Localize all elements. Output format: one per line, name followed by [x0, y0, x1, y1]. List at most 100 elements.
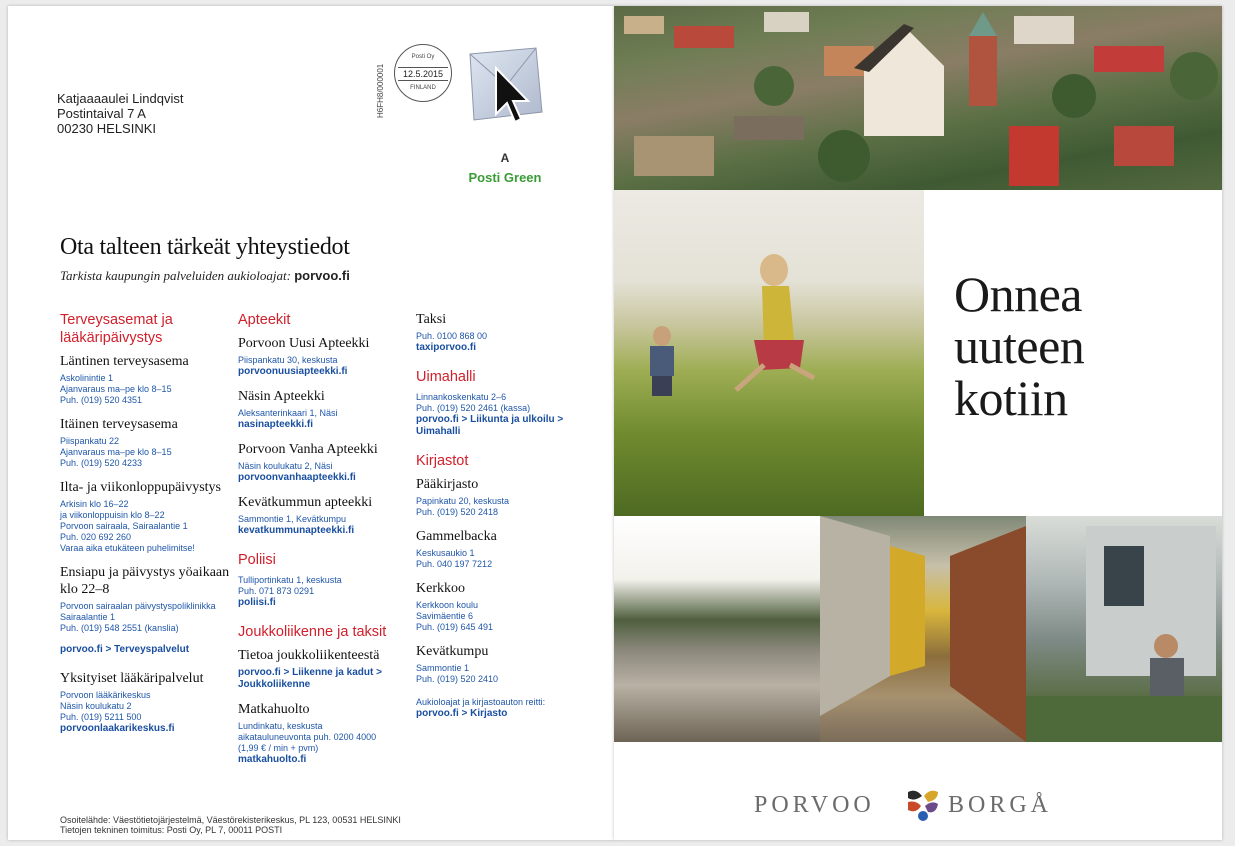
entry-link[interactable]: porvoonuusiapteekki.fi: [238, 366, 410, 378]
entry-ilta: Ilta- ja viikonloppupäivystys Arkisin kl…: [60, 479, 232, 554]
cover-greeting: Onnea uuteen kotiin: [954, 266, 1085, 426]
link-joukkoliikenne[interactable]: Joukkoliikenne: [238, 679, 410, 691]
entry-line: Askolinintie 1: [60, 373, 114, 383]
entry-yksityiset: Yksityiset lääkäripalvelut Porvoon lääkä…: [60, 670, 232, 735]
link-uimahalli[interactable]: Uimahalli: [416, 426, 606, 438]
entry-link[interactable]: porvoonvanhaapteekki.fi: [238, 472, 410, 484]
column-services: Apteekit Porvoon Uusi Apteekki Piispanka…: [238, 311, 410, 766]
entry-line: Lundinkatu, keskusta: [238, 721, 323, 731]
porvoo-brand: PORVOO BORGÅ: [614, 788, 1222, 821]
section-title-pharmacies: Apteekit: [238, 312, 291, 328]
postage-class: A: [500, 151, 510, 165]
entry-name: Ilta- ja viikonloppupäivystys: [60, 480, 221, 495]
greeting-line: Onnea: [954, 266, 1083, 322]
postmark-bottom: FINLAND: [410, 85, 436, 91]
photo-children-meadow: [614, 190, 924, 516]
entry-pharmacy: Porvoon Uusi Apteekki Piispankatu 30, ke…: [238, 335, 410, 378]
entry-name: Läntinen terveysasema: [60, 354, 189, 369]
entry-name: Porvoon Vanha Apteekki: [238, 442, 378, 457]
footer-line: Tietojen tekninen toimitus: Posti Oy, PL…: [60, 825, 283, 835]
recipient-address: Katjaaaaulei Lindqvist Postintaival 7 A …: [57, 91, 183, 136]
link-liikunta[interactable]: porvoo.fi > Liikunta ja ulkoilu >: [416, 414, 606, 426]
entry-phone: Puh. (019) 645 491: [416, 622, 494, 632]
entry-name: Tietoa joukkoliikenteestä: [238, 648, 380, 663]
page-subtitle: Tarkista kaupungin palveluiden aukioloaj…: [60, 268, 350, 284]
entry-name: Gammelbacka: [416, 529, 497, 544]
photo-old-town-alley: [820, 516, 1026, 742]
entry-line: Ajanvaraus ma–pe klo 8–15: [60, 384, 172, 394]
porvoo-logo-icon: [908, 790, 938, 821]
entry-phone: Puh. (019) 520 2410: [416, 674, 499, 684]
entry-phone: Puh. 020 692 260: [60, 532, 132, 542]
link-taxi[interactable]: taxiporvoo.fi: [416, 342, 606, 354]
entry-line: Aleksanterinkaari 1, Näsi: [238, 408, 338, 418]
entry-line: Ajanvaraus ma–pe klo 8–15: [60, 447, 172, 457]
section-title-health: Terveysasemat ja lääkäripäivystys: [60, 312, 173, 346]
entry-link[interactable]: nasinapteekki.fi: [238, 419, 410, 431]
entry-phone: Puh. (019) 520 2418: [416, 507, 499, 517]
link-terveyspalvelut[interactable]: porvoo.fi > Terveyspalvelut: [60, 644, 232, 656]
alley-illustration: [820, 516, 1026, 742]
section-title-transport: Joukkoliikenne ja taksit: [238, 624, 387, 640]
link-kirjasto[interactable]: porvoo.fi > Kirjasto: [416, 708, 606, 720]
entry-name: Itäinen terveysasema: [60, 417, 178, 432]
entry-pharmacy: Kevätkummun apteekki Sammontie 1, Kevätk…: [238, 494, 410, 537]
entry-line: Sammontie 1, Kevätkumpu: [238, 514, 347, 524]
entry-lantinen: Läntinen terveysasema Askolinintie 1 Aja…: [60, 353, 232, 406]
page-title: Ota talteen tärkeät yhteystiedot: [60, 234, 350, 260]
link-poliisi[interactable]: poliisi.fi: [238, 597, 410, 609]
entry-line: Porvoon sairaalan päivystyspoliklinikka: [60, 601, 216, 611]
entry-name: Yksityiset lääkäripalvelut: [60, 671, 204, 686]
entry-line: Piispankatu 30, keskusta: [238, 355, 338, 365]
cursor-envelope-icon: [469, 47, 543, 124]
entry-line: Sammontie 1: [416, 663, 470, 673]
letter-page: Katjaaaaulei Lindqvist Postintaival 7 A …: [8, 6, 614, 840]
entry-line: Tulliportinkatu 1, keskusta: [238, 575, 342, 585]
entry-phone: Puh. (019) 520 4351: [60, 395, 143, 405]
posti-green-label: Posti Green: [468, 170, 542, 185]
meadow-illustration: [650, 254, 816, 396]
entry-name: Ensiapu ja päivystys yöaikaan klo 22–8: [60, 565, 230, 597]
greeting-line: uuteen: [954, 318, 1085, 374]
entry-phone: Puh. (019) 520 2461 (kassa): [416, 403, 531, 413]
entry-line: ja viikonloppuisin klo 8–22: [60, 510, 165, 520]
brand-name-swedish: BORGÅ: [948, 792, 1053, 818]
link-laakarikeskus[interactable]: porvoonlaakarikeskus.fi: [60, 723, 232, 735]
library-note: Aukioloajat ja kirjastoauton reitti:: [416, 697, 546, 707]
entry-phone: aikatauluneuvonta puh. 0200 4000: [238, 732, 377, 742]
entry-line: Varaa aika etukäteen puhelimitse!: [60, 543, 195, 553]
entry-line: Arkisin klo 16–22: [60, 499, 129, 509]
photo-seaside-rocks: [614, 516, 820, 742]
entry-link[interactable]: kevatkummunapteekki.fi: [238, 525, 410, 537]
footer: Osoitelähde: Väestötietojärjestelmä, Väe…: [60, 815, 401, 835]
entry-pharmacy: Porvoon Vanha Apteekki Näsin koulukatu 2…: [238, 441, 410, 484]
entry-phone: Puh. 071 873 0291: [238, 586, 315, 596]
postmark-top: Posti Oy: [411, 54, 435, 60]
entry-phone: Puh. (019) 5211 500: [60, 712, 142, 722]
cover-page: Onnea uuteen kotiin PORVOO BORGÅ: [614, 6, 1222, 840]
entry-name: Matkahuolto: [238, 702, 310, 717]
greeting-line: kotiin: [954, 370, 1068, 426]
entry-library: Kerkkoo Kerkkoon koulu Savimäentie 6 Puh…: [416, 580, 606, 633]
entry-name: Näsin Apteekki: [238, 389, 325, 404]
column-leisure: Taksi Puh. 0100 868 00 taxiporvoo.fi Uim…: [416, 311, 606, 720]
subtitle-link[interactable]: porvoo.fi: [294, 268, 350, 283]
entry-line: Näsin koulukatu 2, Näsi: [238, 461, 333, 471]
photo-porch-couple: [1026, 516, 1222, 742]
link-liikenne[interactable]: porvoo.fi > Liikenne ja kadut >: [238, 667, 410, 679]
entry-name-taxi: Taksi: [416, 312, 447, 327]
entry-library: Kevätkumpu Sammontie 1 Puh. (019) 520 24…: [416, 643, 606, 685]
recipient-city: 00230 HELSINKI: [57, 121, 157, 136]
subtitle-text: Tarkista kaupungin palveluiden aukioloaj…: [60, 268, 291, 283]
entry-name: Kevätkummun apteekki: [238, 495, 373, 510]
link-matkahuolto[interactable]: matkahuolto.fi: [238, 754, 410, 766]
recipient-street: Postintaival 7 A: [57, 106, 146, 121]
section-title-libraries: Kirjastot: [416, 453, 469, 469]
photo-town-aerial: [614, 6, 1222, 190]
brand-name-finnish: PORVOO: [754, 792, 875, 818]
entry-ensiapu: Ensiapu ja päivystys yöaikaan klo 22–8 P…: [60, 564, 232, 634]
entry-line: (1,99 € / min + pvm): [238, 743, 319, 753]
page: Katjaaaaulei Lindqvist Postintaival 7 A …: [0, 0, 1235, 846]
entry-phone: Puh. (019) 548 2551 (kanslia): [60, 623, 179, 633]
town-illustration: [624, 12, 1218, 186]
